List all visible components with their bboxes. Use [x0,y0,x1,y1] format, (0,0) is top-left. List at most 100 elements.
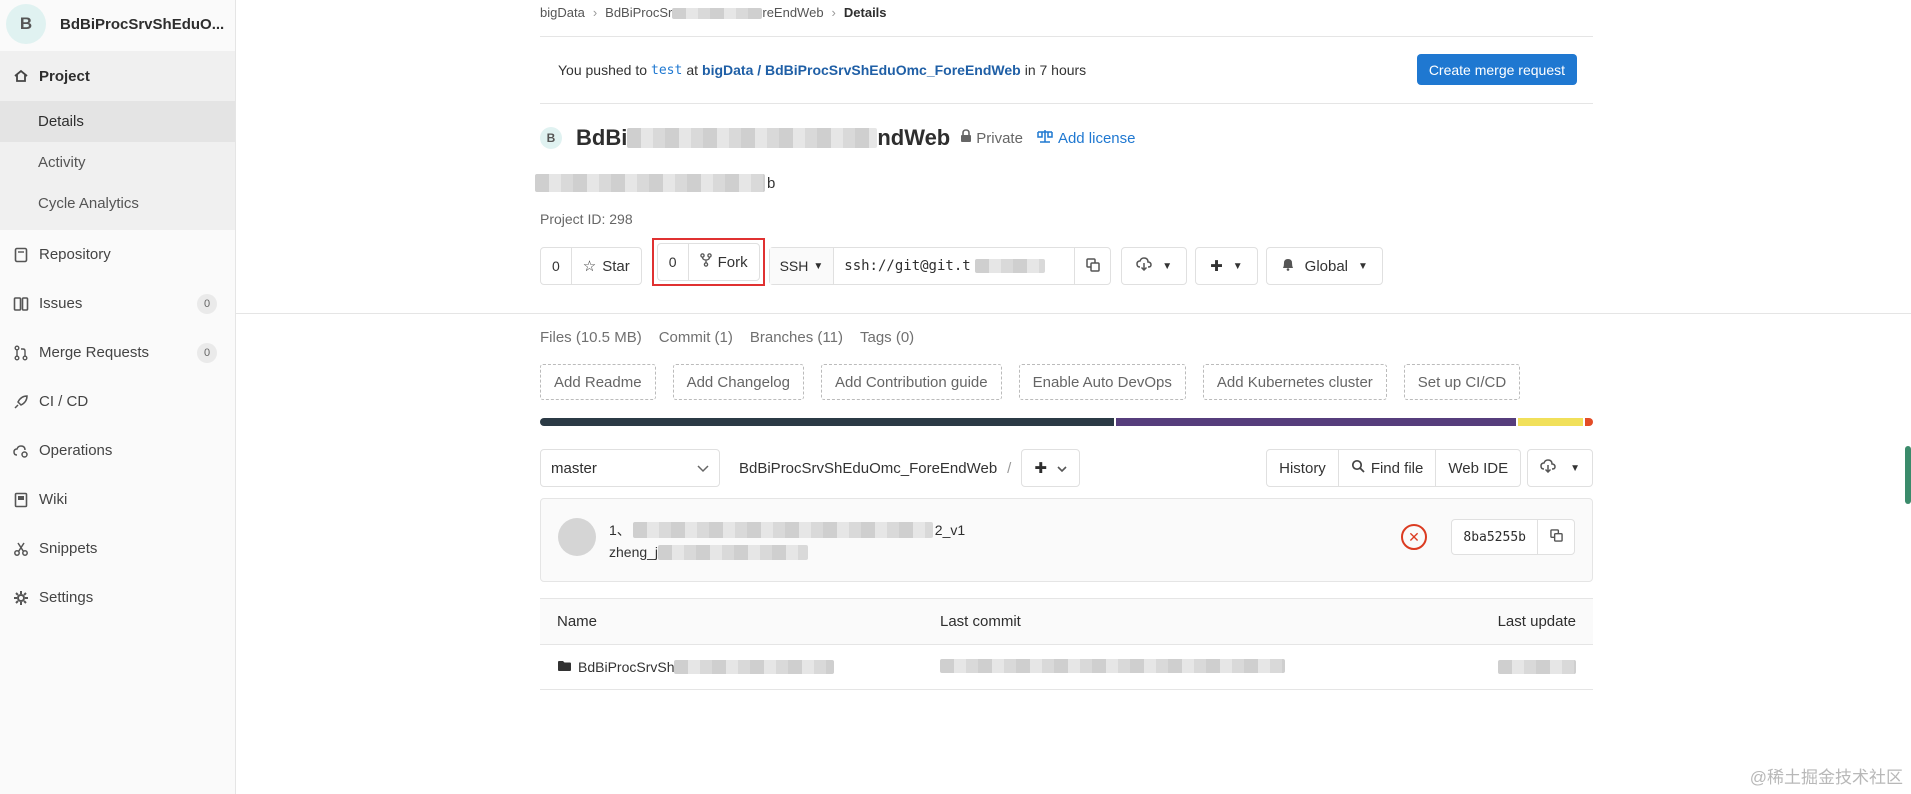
new-item-dropdown[interactable]: ✚ ▼ [1195,247,1258,285]
star-button[interactable]: ☆ Star [572,248,641,284]
copy-url-button[interactable] [1074,248,1110,284]
tree-path: BdBiProcSrvShEduOmc_ForeEndWeb / [739,460,1021,477]
commit-author-avatar[interactable] [558,518,596,556]
clone-protocol-dropdown[interactable]: SSH ▼ [769,248,835,284]
fork-highlight: 0 Fork [651,238,765,286]
branch-selector[interactable]: master [540,449,720,487]
fork-label: Fork [717,253,748,271]
add-readme-button[interactable]: Add Readme [540,364,656,400]
setup-buttons: Add Readme Add Changelog Add Contributio… [540,364,1521,400]
language-segment [1116,418,1516,426]
fork-icon [699,253,712,271]
redacted-text [658,544,809,560]
tree-path-root[interactable]: BdBiProcSrvShEduOmc_ForeEndWeb [739,460,997,477]
file-tree-table: Name Last commit Last update BdBiProcSrv… [540,598,1593,690]
commit-author[interactable]: zheng_j [609,544,809,560]
sidebar-item-label: Project [39,67,90,85]
commit-title[interactable]: 1、 2_v1 [609,520,965,540]
stat-commits[interactable]: Commit (1) [659,329,733,346]
language-segment [540,418,1114,426]
tree-path-slash: / [1007,459,1012,477]
header-divider [236,313,1911,314]
push-alert-project-link[interactable]: bigData / BdBiProcSrvShEduOmc_ForeEndWeb [702,62,1021,78]
scrollbar-thumb[interactable] [1905,446,1911,504]
notification-dropdown[interactable]: Global ▼ [1265,247,1383,285]
sidebar-item-wiki[interactable]: Wiki [0,475,235,524]
stat-files[interactable]: Files (10.5 MB) [540,329,642,346]
sidebar: B BdBiProcSrvShEduO... Project Details A… [0,0,236,794]
push-alert-prefix: You pushed to [558,62,648,78]
push-alert: You pushed to test at bigData / BdBiProc… [540,36,1593,104]
setup-ci-cd-button[interactable]: Set up CI/CD [1403,364,1521,400]
sidebar-header[interactable]: B BdBiProcSrvShEduO... [0,0,235,48]
sidebar-project-title: BdBiProcSrvShEduO... [60,15,225,33]
sidebar-subitem-details[interactable]: Details [0,101,235,142]
commit-sha[interactable]: 8ba5255b [1452,520,1538,554]
breadcrumb-project-link[interactable]: BdBiProcSr reEndWeb [605,5,823,20]
last-commit-cell[interactable] [940,658,1393,676]
breadcrumb-current: Details [843,4,887,20]
fork-button[interactable]: Fork [689,244,759,280]
file-name-cell[interactable]: BdBiProcSrvSh [540,659,940,675]
add-changelog-button[interactable]: Add Changelog [672,364,804,400]
sidebar-subitem-activity[interactable]: Activity [0,142,235,183]
clone-url-input[interactable]: ssh://git@git.t [834,248,1074,284]
home-icon [12,67,30,85]
star-count[interactable]: 0 [541,248,572,284]
sidebar-item-settings[interactable]: Settings [0,573,235,622]
add-contribution-guide-button[interactable]: Add Contribution guide [820,364,1002,400]
add-to-tree-dropdown[interactable]: ✚ [1021,449,1080,487]
fork-count[interactable]: 0 [658,244,689,280]
sidebar-item-label: Repository [39,246,111,263]
chevron-down-icon [1057,460,1067,477]
add-license-link[interactable]: Add license [1037,129,1136,147]
commit-title-start: 1、 [609,522,631,538]
project-title-start: BdBi [576,125,628,150]
pipeline-failed-icon[interactable]: ✕ [1401,524,1427,550]
table-row[interactable]: BdBiProcSrvSh [540,645,1593,690]
breadcrumb-project-end: reEndWeb [762,4,824,20]
sidebar-item-merge-requests[interactable]: Merge Requests 0 [0,328,235,377]
visibility-badge: Private [960,129,1023,147]
stat-branches[interactable]: Branches (11) [750,329,843,346]
caret-down-icon: ▼ [1232,260,1243,272]
stat-tags[interactable]: Tags (0) [860,329,914,346]
chevron-down-icon [697,460,709,477]
sidebar-subitem-cycle-analytics[interactable]: Cycle Analytics [0,183,235,224]
scissors-icon [12,540,30,558]
find-file-button[interactable]: Find file [1338,449,1437,487]
gear-icon [12,589,30,607]
project-title: BdBi ndWeb [576,125,950,151]
redacted-text [1498,660,1576,674]
sidebar-item-ci-cd[interactable]: CI / CD [0,377,235,426]
create-merge-request-button[interactable]: Create merge request [1416,54,1577,85]
sidebar-item-operations[interactable]: Operations [0,426,235,475]
tree-controls: master BdBiProcSrvShEduOmc_ForeEndWeb / ✚… [540,449,1593,487]
history-button[interactable]: History [1266,449,1339,487]
last-update-cell [1393,660,1593,674]
sidebar-item-label: Settings [39,589,94,606]
language-segment [1518,418,1583,426]
sidebar-item-label: Merge Requests [39,344,150,361]
push-alert-branch[interactable]: test [651,63,682,78]
sidebar-item-label: Wiki [39,491,68,508]
sidebar-item-label: Operations [39,442,113,459]
add-kubernetes-cluster-button[interactable]: Add Kubernetes cluster [1202,364,1387,400]
sidebar-item-project[interactable]: Project [0,51,235,101]
copy-sha-button[interactable] [1538,520,1574,554]
breadcrumb-group-link[interactable]: bigData [540,5,585,20]
download-dropdown[interactable]: ▼ [1121,247,1188,285]
sidebar-item-repository[interactable]: Repository [0,230,235,279]
tree-download-dropdown[interactable]: ▼ [1527,449,1593,487]
enable-auto-devops-button[interactable]: Enable Auto DevOps [1018,364,1186,400]
file-tree-header: Name Last commit Last update [540,598,1593,645]
find-file-label: Find file [1370,459,1424,477]
star-icon: ☆ [582,258,597,275]
push-alert-time: in 7 hours [1024,62,1087,78]
repository-languages-bar [540,418,1593,426]
visibility-label: Private [976,129,1023,147]
sidebar-item-issues[interactable]: Issues 0 [0,279,235,328]
web-ide-button[interactable]: Web IDE [1436,449,1522,487]
sidebar-item-snippets[interactable]: Snippets [0,524,235,573]
clone-url-text: ssh://git@git.t [844,258,971,274]
